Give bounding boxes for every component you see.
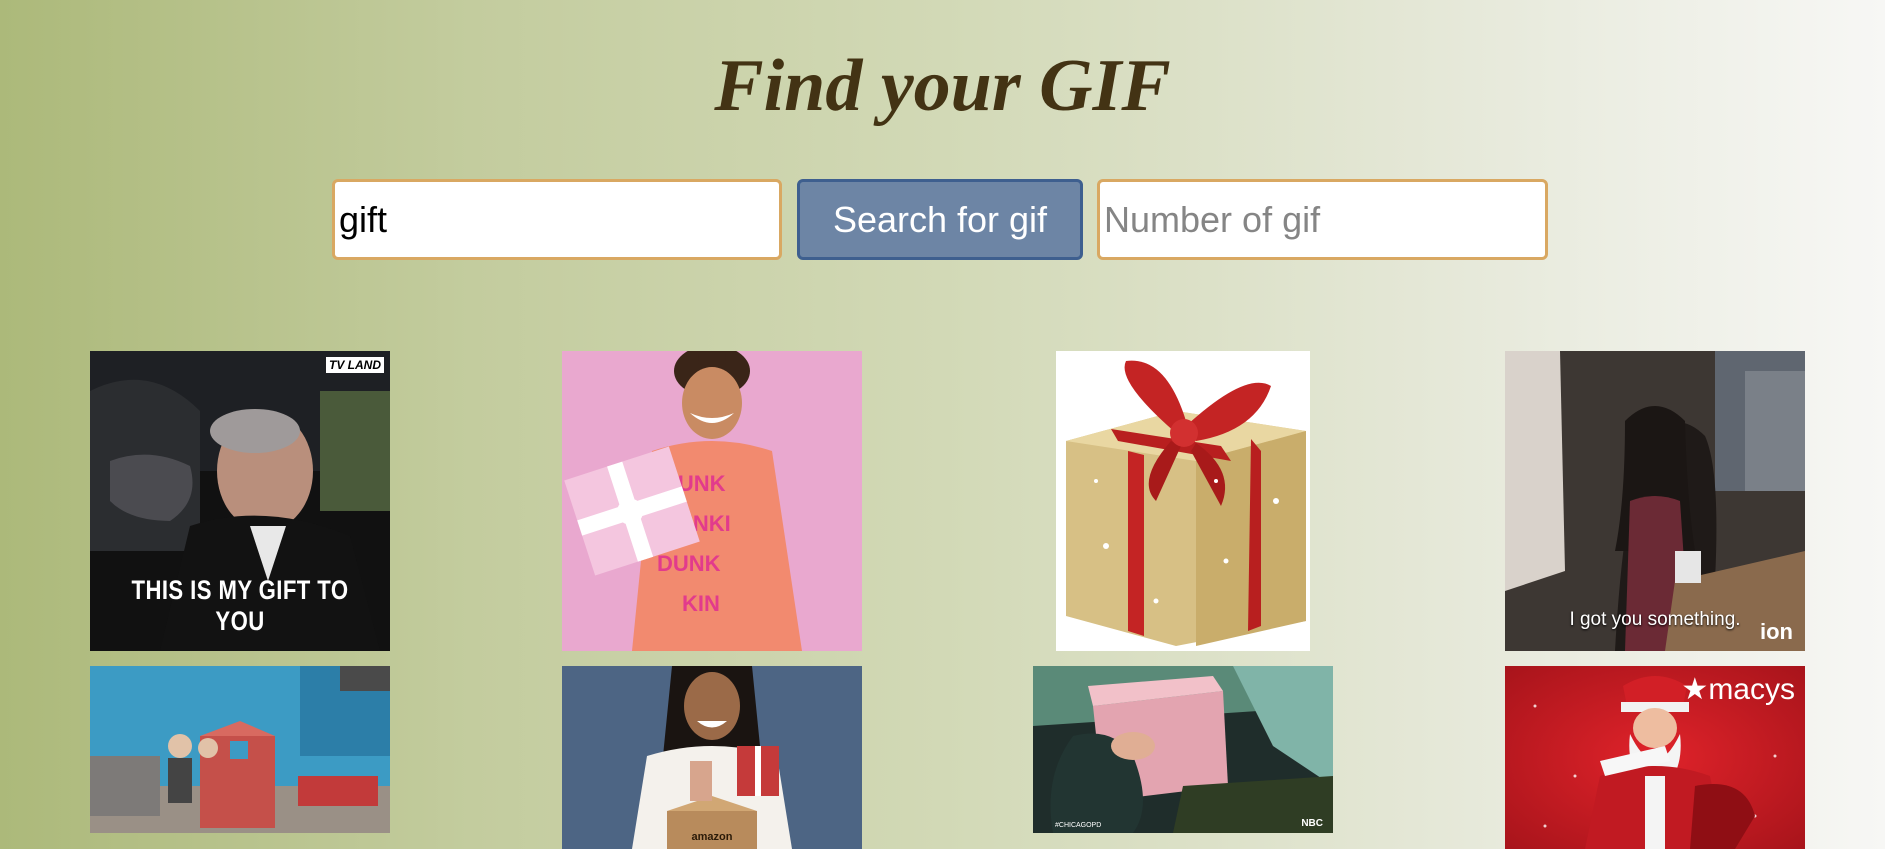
gif-image-5 xyxy=(90,666,390,833)
page-title: Find your GIF xyxy=(714,45,1171,127)
svg-text:KIN: KIN xyxy=(682,591,720,616)
svg-text:DUNK: DUNK xyxy=(657,551,721,576)
gif-count-input[interactable] xyxy=(1097,179,1548,260)
gif-image-8 xyxy=(1505,666,1805,849)
gif-thumbnail-6[interactable]: amazon xyxy=(562,666,862,849)
gif-image-6 xyxy=(562,666,862,849)
gif-image-3 xyxy=(1056,351,1310,651)
gif-thumbnail-5[interactable] xyxy=(90,666,390,833)
gif-thumbnail-8[interactable]: ★macys xyxy=(1505,666,1805,849)
gif-thumbnail-1[interactable]: THIS IS MY GIFT TO YOU TV LAND xyxy=(90,351,390,651)
gif-image-4 xyxy=(1505,351,1805,651)
search-button[interactable]: Search for gif xyxy=(797,179,1083,260)
gif-thumbnail-3[interactable] xyxy=(1056,351,1310,651)
gif-image-1 xyxy=(90,351,390,651)
gif-image-7 xyxy=(1033,666,1333,833)
gif-thumbnail-4[interactable]: I got you something. ion xyxy=(1505,351,1805,651)
gif-image-2: DUNK UNKI DUNK KIN xyxy=(562,351,862,651)
gif-thumbnail-7[interactable]: #CHICAGOPD NBC xyxy=(1033,666,1333,833)
gif-thumbnail-2[interactable]: DUNK UNKI DUNK KIN xyxy=(562,351,862,651)
search-input[interactable] xyxy=(332,179,782,260)
